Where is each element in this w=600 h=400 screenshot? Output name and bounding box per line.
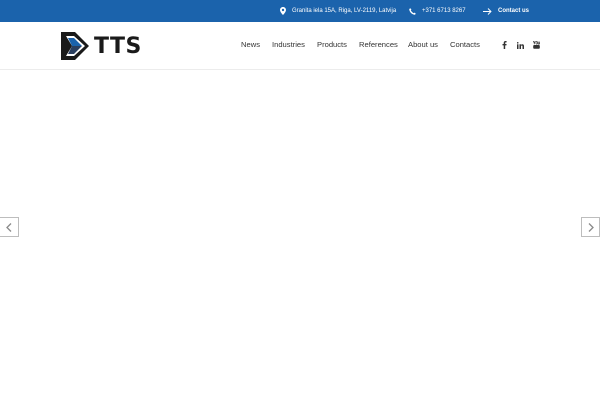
logo[interactable]: TTS	[61, 29, 142, 63]
phone-info[interactable]: +371 6713 8267	[409, 0, 466, 22]
phone-text: +371 6713 8267	[422, 8, 466, 14]
linkedin-link[interactable]	[515, 39, 525, 51]
slider-prev-button[interactable]	[0, 217, 19, 237]
nav-item-news[interactable]: News	[241, 22, 260, 69]
map-pin-icon	[280, 7, 286, 15]
arrow-right-icon	[483, 7, 492, 15]
logo-mark-icon	[61, 32, 89, 60]
contact-us-label: Contact us	[498, 8, 530, 14]
phone-icon	[409, 7, 416, 15]
youtube-link[interactable]	[531, 39, 541, 51]
nav-item-industries[interactable]: Industries	[272, 22, 305, 69]
nav-item-contacts[interactable]: Contacts	[450, 22, 480, 69]
top-bar: Granita iela 15A, Riga, LV-2119, Latvija…	[0, 0, 600, 22]
logo-text: TTS	[94, 33, 142, 59]
chevron-left-icon	[6, 222, 12, 232]
facebook-icon	[502, 41, 507, 49]
address-text: Granita iela 15A, Riga, LV-2119, Latvija	[292, 8, 397, 14]
linkedin-icon	[516, 41, 524, 49]
nav-item-about-us[interactable]: About us	[408, 22, 438, 69]
youtube-icon	[532, 41, 540, 49]
nav-item-products[interactable]: Products	[317, 22, 347, 69]
site-header: TTS News Industries Products References …	[0, 22, 600, 70]
facebook-link[interactable]	[499, 39, 509, 51]
chevron-right-icon	[588, 222, 594, 232]
address-info: Granita iela 15A, Riga, LV-2119, Latvija	[280, 0, 396, 22]
contact-us-link[interactable]: Contact us	[483, 0, 529, 22]
hero-slider	[0, 71, 600, 400]
slider-next-button[interactable]	[581, 217, 600, 237]
nav-item-references[interactable]: References	[359, 22, 398, 69]
